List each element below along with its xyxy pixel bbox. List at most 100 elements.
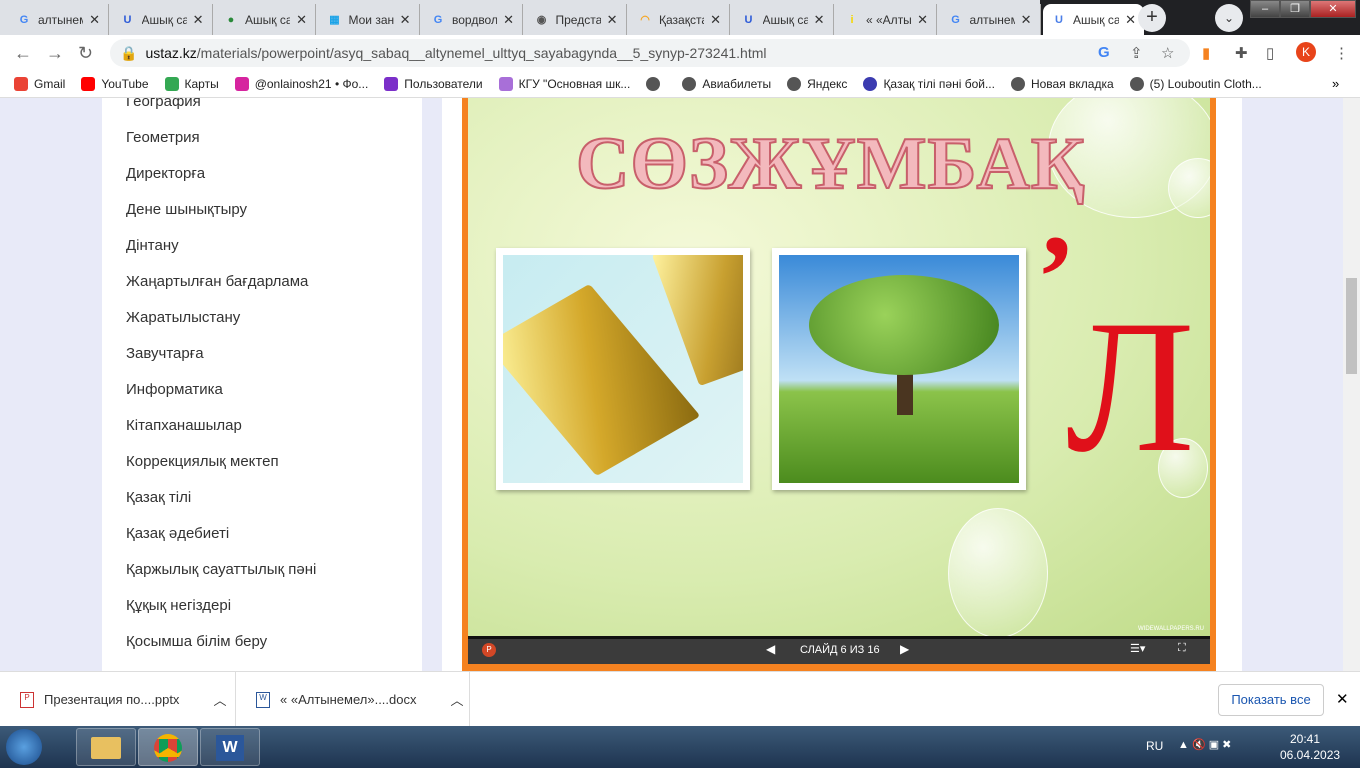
tab[interactable]: ◉ Представление ✕	[526, 4, 627, 35]
star-icon[interactable]: ☆	[1161, 44, 1174, 62]
sidebar-item[interactable]: Жаратылыстану	[102, 300, 422, 336]
chevron-up-icon[interactable]: ︿	[451, 690, 464, 709]
bookmark[interactable]: YouTube	[81, 76, 149, 91]
close-tab-icon[interactable]: ✕	[296, 12, 307, 28]
download-name: « «Алтынемел»....docx	[280, 692, 417, 707]
show-all-button[interactable]: Показать все	[1218, 684, 1324, 716]
sidebar-item[interactable]: Геометрия	[102, 120, 422, 156]
close-tab-icon[interactable]: ✕	[917, 12, 928, 28]
close-tab-icon[interactable]: ✕	[1021, 12, 1032, 28]
bookmark[interactable]: Қазақ тілі пәні бой...	[863, 76, 995, 91]
close-tab-icon[interactable]: ✕	[89, 12, 100, 28]
chevron-up-icon[interactable]: ︿	[213, 690, 226, 709]
tray-icons[interactable]: ▲ 🔇 ▣ ✖	[1178, 738, 1231, 751]
side-panel-icon[interactable]: ▯	[1266, 44, 1274, 62]
bookmark-icon	[863, 76, 878, 91]
tab[interactable]: U Ашық сабақ ✕	[733, 4, 834, 35]
forward-icon[interactable]: →	[46, 43, 64, 64]
tab-search-button[interactable]: ⌄	[1215, 4, 1243, 32]
back-icon[interactable]: ←	[14, 43, 32, 64]
close-tab-icon[interactable]: ✕	[503, 12, 514, 28]
more-bookmarks[interactable]: »	[1332, 76, 1339, 91]
extension-icon[interactable]: ▮	[1202, 44, 1210, 62]
tab-strip: Gалтынемел ✕ U Ашық сабақ ✕ ● Ашық сабақ ✕ ▦ Мои …	[0, 0, 1360, 35]
sidebar-item[interactable]: Дінтану	[102, 228, 422, 264]
bookmark[interactable]: Авиабилеты	[682, 76, 771, 91]
close-tab-icon[interactable]: ✕	[193, 12, 204, 28]
tab[interactable]: i « «Алтынемел» ✕	[836, 4, 937, 35]
download-item[interactable]: P Презентация по....pptx ︿	[0, 672, 236, 727]
taskbar: W RU ▲ 🔇 ▣ ✖ 20:41 06.04.2023	[0, 726, 1360, 768]
bookmark-icon	[81, 76, 96, 91]
bookmark[interactable]: (5) Louboutin Cloth...	[1129, 76, 1262, 91]
powerpoint-icon: P	[482, 643, 496, 657]
close-tab-icon[interactable]: ✕	[607, 12, 618, 28]
tab[interactable]: U Ашық сабақ ✕	[112, 4, 213, 35]
view-menu-icon[interactable]: ☰▾	[1130, 642, 1145, 655]
bookmark[interactable]	[646, 76, 666, 91]
puzzle-icon[interactable]: ✚	[1235, 44, 1248, 62]
sidebar-item[interactable]: Кітапханашылар	[102, 408, 422, 444]
sidebar-item[interactable]: Қаржылық сауаттылық пәні	[102, 552, 422, 588]
presentation-viewer: СӨЗЖҰМБАҚ ’ Л WIDEWALLPAPERS.RU P ◀ СЛАЙ…	[462, 98, 1216, 671]
next-slide-button[interactable]: ▶	[900, 642, 909, 656]
sidebar-item[interactable]: Қазақ тілі	[102, 480, 422, 516]
tab[interactable]: ▦ Мои занятия ✕	[319, 4, 420, 35]
start-button[interactable]	[6, 729, 42, 765]
bookmarks-bar: Gmail YouTube Карты @onlainosh21 • Фо... Пол…	[0, 70, 1360, 98]
language-indicator[interactable]: RU	[1146, 739, 1163, 753]
sidebar-item[interactable]: Жаңартылған бағдарлама	[102, 264, 422, 300]
sidebar-item[interactable]: Қосымша білім беру	[102, 624, 422, 660]
page-scrollbar[interactable]	[1343, 98, 1360, 671]
bookmark-label: Қазақ тілі пәні бой...	[883, 76, 995, 91]
close-tab-icon[interactable]: ✕	[710, 12, 721, 28]
bookmark[interactable]: @onlainosh21 • Фо...	[234, 76, 369, 91]
bookmark[interactable]: Яндекс	[787, 76, 847, 91]
bookmark[interactable]: Карты	[164, 76, 219, 91]
minimize-button[interactable]: –	[1250, 0, 1280, 18]
download-item[interactable]: W « «Алтынемел»....docx ︿	[236, 672, 470, 727]
explorer-taskbar-button[interactable]	[76, 728, 136, 766]
tab[interactable]: U Ашық сабақ ✕	[1043, 4, 1144, 35]
download-name: Презентация по....pptx	[44, 692, 180, 707]
sidebar-item[interactable]: Құқық негіздері	[102, 588, 422, 624]
bookmark[interactable]: КГУ "Основная шк...	[498, 76, 631, 91]
prev-slide-button[interactable]: ◀	[766, 642, 775, 656]
fullscreen-icon[interactable]: ⛶	[1178, 642, 1186, 655]
sidebar-item[interactable]: Коррекциялық мектеп	[102, 444, 422, 480]
close-downloads-icon[interactable]: ✕	[1336, 690, 1349, 708]
menu-icon[interactable]: ⋮	[1334, 44, 1349, 62]
clock-time[interactable]: 20:41	[1290, 732, 1320, 746]
bookmark-label: КГУ "Основная шк...	[518, 76, 631, 91]
sidebar-item[interactable]: Информатика	[102, 372, 422, 408]
bookmark[interactable]: Новая вкладка	[1010, 76, 1114, 91]
close-window-button[interactable]: ✕	[1310, 0, 1356, 18]
share-icon[interactable]: ⇪	[1130, 44, 1143, 62]
clock-date[interactable]: 06.04.2023	[1280, 748, 1340, 762]
downloads-bar: P Презентация по....pptx ︿ W « «Алтынемел».…	[0, 671, 1360, 727]
tab[interactable]: Gалтынемел ✕	[940, 4, 1041, 35]
tab[interactable]: Gалтынемел ✕	[8, 4, 109, 35]
bookmark-label: @onlainosh21 • Фо...	[254, 76, 369, 91]
tab[interactable]: ● Ашық сабақ ✕	[215, 4, 316, 35]
address-bar[interactable]: 🔒 ustaz.kz/materials/powerpoint/asyq_saba…	[110, 39, 1190, 67]
tab[interactable]: Gвордвол ✕	[422, 4, 523, 35]
new-tab-button[interactable]: +	[1138, 4, 1166, 32]
close-tab-icon[interactable]: ✕	[814, 12, 825, 28]
sidebar-item[interactable]: География	[102, 98, 422, 120]
chrome-taskbar-button[interactable]	[138, 728, 198, 766]
sidebar-item[interactable]: Қазақ әдебиеті	[102, 516, 422, 552]
sidebar-item[interactable]: Завучтарға	[102, 336, 422, 372]
sidebar-item[interactable]: Директорға	[102, 156, 422, 192]
word-taskbar-button[interactable]: W	[200, 728, 260, 766]
google-lens-icon[interactable]: G	[1098, 44, 1110, 61]
bookmark[interactable]: Gmail	[14, 76, 65, 91]
sidebar-item[interactable]: Дене шынықтыру	[102, 192, 422, 228]
maximize-button[interactable]: ❐	[1280, 0, 1310, 18]
tab[interactable]: ◠ Қазақстан ✕	[629, 4, 730, 35]
close-tab-icon[interactable]: ✕	[400, 12, 411, 28]
bookmark[interactable]: Пользователи	[384, 76, 483, 91]
reload-icon[interactable]: ↻	[78, 43, 93, 64]
close-tab-icon[interactable]: ✕	[1125, 12, 1136, 28]
avatar[interactable]: K	[1296, 42, 1316, 62]
